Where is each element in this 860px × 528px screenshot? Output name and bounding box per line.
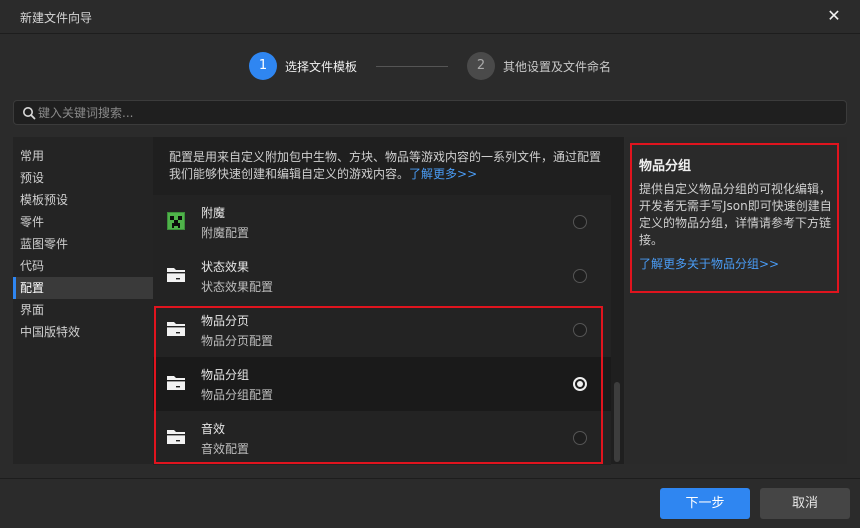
item-title: 音效: [201, 422, 226, 436]
item-subtitle: 物品分页配置: [201, 334, 274, 348]
list-item-sound[interactable]: 音效 音效配置: [153, 411, 611, 465]
learn-more-link[interactable]: 了解更多>>: [409, 167, 477, 181]
folder-icon: [167, 322, 185, 336]
list-item-item-page[interactable]: 物品分页 物品分页配置: [153, 303, 611, 357]
wizard-steps: 1 选择文件模板 2 其他设置及文件命名: [0, 34, 860, 96]
sidebar-item-preset[interactable]: 预设: [13, 167, 153, 189]
sidebar-item-ui[interactable]: 界面: [13, 299, 153, 321]
list-item-status-effect[interactable]: 状态效果 状态效果配置: [153, 249, 611, 303]
list-item-item-group[interactable]: 物品分组 物品分组配置: [153, 357, 611, 411]
sidebar-item-config[interactable]: 配置: [13, 277, 153, 299]
item-subtitle: 状态效果配置: [201, 280, 274, 294]
detail-description: 提供自定义物品分组的可视化编辑，开发者无需手写Json即可快速创建自定义的物品分…: [639, 182, 832, 247]
detail-panel: 物品分组 提供自定义物品分组的可视化编辑，开发者无需手写Json即可快速创建自定…: [625, 137, 847, 464]
step-2-label: 其他设置及文件命名: [503, 60, 612, 74]
search-icon: [23, 107, 36, 120]
radio-button-selected[interactable]: [573, 377, 587, 391]
title-bar: 新建文件向导 ✕: [0, 0, 860, 34]
search-bar: [13, 100, 847, 125]
item-subtitle: 附魔配置: [201, 226, 250, 240]
next-button[interactable]: 下一步: [660, 488, 750, 519]
highlight-annotation-detail: 物品分组 提供自定义物品分组的可视化编辑，开发者无需手写Json即可快速创建自定…: [630, 143, 839, 293]
category-sidebar: 常用 预设 模板预设 零件 蓝图零件 代码 配置 界面 中国版特效: [13, 137, 153, 464]
sidebar-item-template-preset[interactable]: 模板预设: [13, 189, 153, 211]
sidebar-item-blueprint-parts[interactable]: 蓝图零件: [13, 233, 153, 255]
scrollbar-thumb[interactable]: [614, 382, 620, 462]
close-icon[interactable]: ✕: [824, 6, 844, 26]
step-2-indicator: 2: [467, 52, 495, 80]
item-subtitle: 音效配置: [201, 442, 250, 456]
radio-button[interactable]: [573, 269, 587, 283]
step-1-label: 选择文件模板: [285, 60, 358, 74]
sidebar-item-china-effects[interactable]: 中国版特效: [13, 321, 153, 343]
sidebar-item-parts[interactable]: 零件: [13, 211, 153, 233]
window-title: 新建文件向导: [20, 11, 93, 25]
folder-icon: [167, 430, 185, 444]
template-list-panel: 配置是用来自定义附加包中生物、方块、物品等游戏内容的一系列文件，通过配置我们能够…: [153, 137, 624, 465]
item-title: 附魔: [201, 206, 226, 220]
radio-button[interactable]: [573, 431, 587, 445]
detail-learn-more-link[interactable]: 了解更多关于物品分组>>: [639, 255, 779, 272]
folder-icon: [167, 376, 185, 390]
step-1-indicator: 1: [249, 52, 277, 80]
sidebar-item-code[interactable]: 代码: [13, 255, 153, 277]
dialog-footer: 下一步 取消: [0, 478, 860, 528]
description-text: 配置是用来自定义附加包中生物、方块、物品等游戏内容的一系列文件，通过配置我们能够…: [169, 150, 602, 181]
radio-button[interactable]: [573, 215, 587, 229]
search-input[interactable]: [38, 101, 838, 124]
radio-button[interactable]: [573, 323, 587, 337]
item-title: 物品分组: [201, 368, 250, 382]
item-title: 物品分页: [201, 314, 250, 328]
list-item-enchant[interactable]: 附魔 附魔配置: [153, 195, 611, 249]
list-scrollbar[interactable]: [612, 195, 622, 463]
detail-title: 物品分组: [639, 159, 692, 174]
creeper-icon: [167, 212, 185, 230]
step-connector: [376, 66, 448, 67]
folder-icon: [167, 268, 185, 282]
item-title: 状态效果: [201, 260, 250, 274]
sidebar-item-common[interactable]: 常用: [13, 145, 153, 167]
item-subtitle: 物品分组配置: [201, 388, 274, 402]
category-description: 配置是用来自定义附加包中生物、方块、物品等游戏内容的一系列文件，通过配置我们能够…: [169, 149, 609, 183]
cancel-button[interactable]: 取消: [760, 488, 850, 519]
